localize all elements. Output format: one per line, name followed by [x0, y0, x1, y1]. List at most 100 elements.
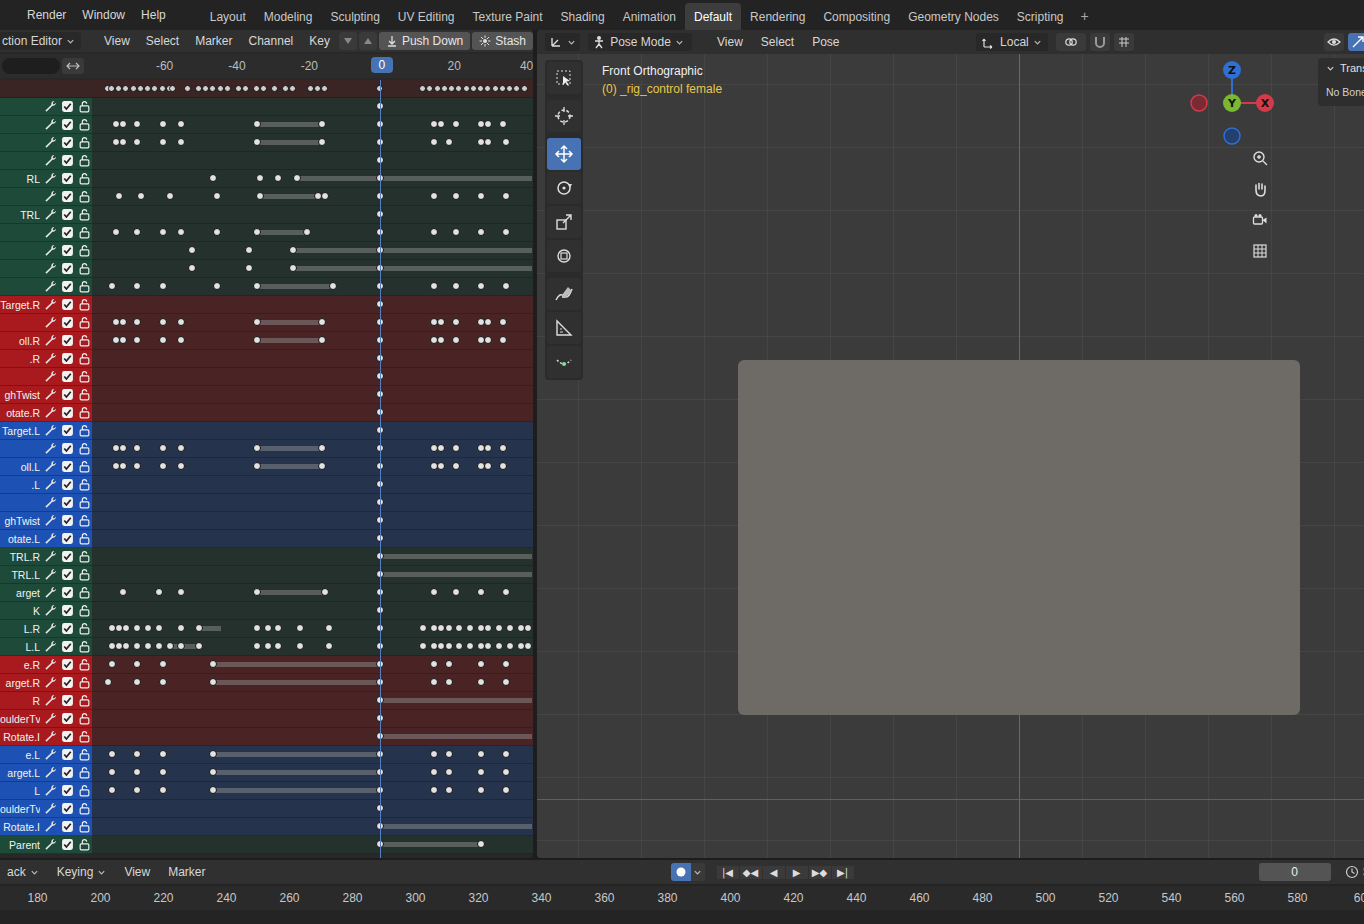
checkbox-icon[interactable]: [61, 568, 74, 581]
keyframe[interactable]: [502, 588, 510, 596]
keyframe[interactable]: [253, 318, 261, 326]
wrench-icon[interactable]: [44, 568, 57, 581]
keyframe[interactable]: [506, 85, 513, 92]
keyframe[interactable]: [426, 85, 433, 92]
wrench-icon[interactable]: [44, 208, 57, 221]
keyframe[interactable]: [466, 642, 474, 650]
lock-icon[interactable]: [78, 100, 91, 113]
keyframe[interactable]: [122, 624, 130, 632]
keyframe[interactable]: [437, 318, 445, 326]
checkbox-icon[interactable]: [61, 802, 74, 815]
channel-row[interactable]: Parent: [0, 836, 533, 854]
checkbox-icon[interactable]: [61, 352, 74, 365]
wrench-icon[interactable]: [44, 100, 57, 113]
checkbox-icon[interactable]: [61, 640, 74, 653]
wrench-icon[interactable]: [44, 748, 57, 761]
channel-row[interactable]: otate.R: [0, 404, 533, 422]
tool-button[interactable]: [547, 206, 581, 238]
keyframe[interactable]: [122, 85, 129, 92]
keyframe[interactable]: [242, 85, 249, 92]
keyframe[interactable]: [209, 174, 217, 182]
keyframe[interactable]: [296, 642, 304, 650]
channel-row[interactable]: [0, 242, 533, 260]
keyframe[interactable]: [477, 228, 485, 236]
lock-icon[interactable]: [78, 190, 91, 203]
checkbox-icon[interactable]: [61, 154, 74, 167]
keyframe[interactable]: [264, 624, 272, 632]
keyframe[interactable]: [325, 642, 333, 650]
keyframe[interactable]: [445, 138, 453, 146]
keyframe[interactable]: [133, 768, 141, 776]
wrench-icon[interactable]: [44, 244, 57, 257]
keyframe[interactable]: [430, 750, 438, 758]
keyframe[interactable]: [166, 642, 174, 650]
checkbox-icon[interactable]: [61, 532, 74, 545]
keyframe[interactable]: [159, 282, 167, 290]
keyframe[interactable]: [119, 336, 127, 344]
ruler-track[interactable]: -60-40-2020400: [94, 54, 533, 78]
keyframe[interactable]: [484, 85, 491, 92]
menu-item[interactable]: Keying: [50, 865, 114, 879]
move-down-button[interactable]: [339, 32, 357, 50]
pan-button[interactable]: [1246, 175, 1274, 202]
playback-button[interactable]: ▶|: [832, 866, 854, 879]
keyframe[interactable]: [502, 138, 510, 146]
channel-row[interactable]: Rotate.I: [0, 818, 533, 836]
checkbox-icon[interactable]: [61, 406, 74, 419]
keyframe[interactable]: [119, 138, 127, 146]
keyframe[interactable]: [177, 462, 185, 470]
keyframe[interactable]: [506, 624, 514, 632]
channel-row[interactable]: Target.L: [0, 422, 533, 440]
checkbox-icon[interactable]: [61, 622, 74, 635]
keyframe[interactable]: [133, 120, 141, 128]
keyframe[interactable]: [209, 85, 216, 92]
keyframe[interactable]: [253, 85, 260, 92]
wrench-icon[interactable]: [44, 190, 57, 203]
keyframe[interactable]: [430, 228, 438, 236]
keyframe[interactable]: [463, 85, 470, 92]
lock-icon[interactable]: [78, 118, 91, 131]
channel-row[interactable]: oulderTv: [0, 710, 533, 728]
keyframe[interactable]: [448, 85, 455, 92]
channel-row[interactable]: e.R: [0, 656, 533, 674]
keyframe[interactable]: [177, 318, 185, 326]
keyframe[interactable]: [318, 120, 326, 128]
keyframe[interactable]: [159, 138, 167, 146]
checkbox-icon[interactable]: [61, 424, 74, 437]
keyframe[interactable]: [477, 786, 485, 794]
wrench-icon[interactable]: [44, 694, 57, 707]
keyframe[interactable]: [274, 624, 282, 632]
keyframe[interactable]: [235, 85, 242, 92]
keyframe[interactable]: [217, 85, 224, 92]
channel-row[interactable]: ghTwist: [0, 386, 533, 404]
keyframe[interactable]: [445, 786, 453, 794]
keyframe[interactable]: [224, 85, 231, 92]
lock-icon[interactable]: [78, 496, 91, 509]
channel-row[interactable]: arget: [0, 584, 533, 602]
keyframe[interactable]: [133, 444, 141, 452]
checkbox-icon[interactable]: [61, 244, 74, 257]
keyframe[interactable]: [159, 462, 167, 470]
keyframe[interactable]: [253, 642, 261, 650]
auto-keying-button[interactable]: [671, 863, 691, 881]
keyframe[interactable]: [155, 624, 163, 632]
keyframe[interactable]: [155, 588, 163, 596]
menu-item[interactable]: Pose: [805, 35, 846, 49]
keyframe[interactable]: [502, 786, 510, 794]
keyframe[interactable]: [144, 85, 151, 92]
lock-icon[interactable]: [78, 406, 91, 419]
keyframe[interactable]: [321, 588, 329, 596]
keyframe[interactable]: [159, 228, 167, 236]
channel-row[interactable]: oll.R: [0, 332, 533, 350]
keyframe[interactable]: [133, 462, 141, 470]
keyframe[interactable]: [499, 85, 506, 92]
keyframe[interactable]: [253, 336, 261, 344]
keyframe[interactable]: [452, 318, 460, 326]
keyframe[interactable]: [441, 85, 448, 92]
keyframe[interactable]: [506, 642, 514, 650]
lock-icon[interactable]: [78, 586, 91, 599]
keyframe[interactable]: [260, 85, 267, 92]
channel-row[interactable]: K: [0, 602, 533, 620]
wrench-icon[interactable]: [44, 280, 57, 293]
keyframe[interactable]: [119, 318, 127, 326]
